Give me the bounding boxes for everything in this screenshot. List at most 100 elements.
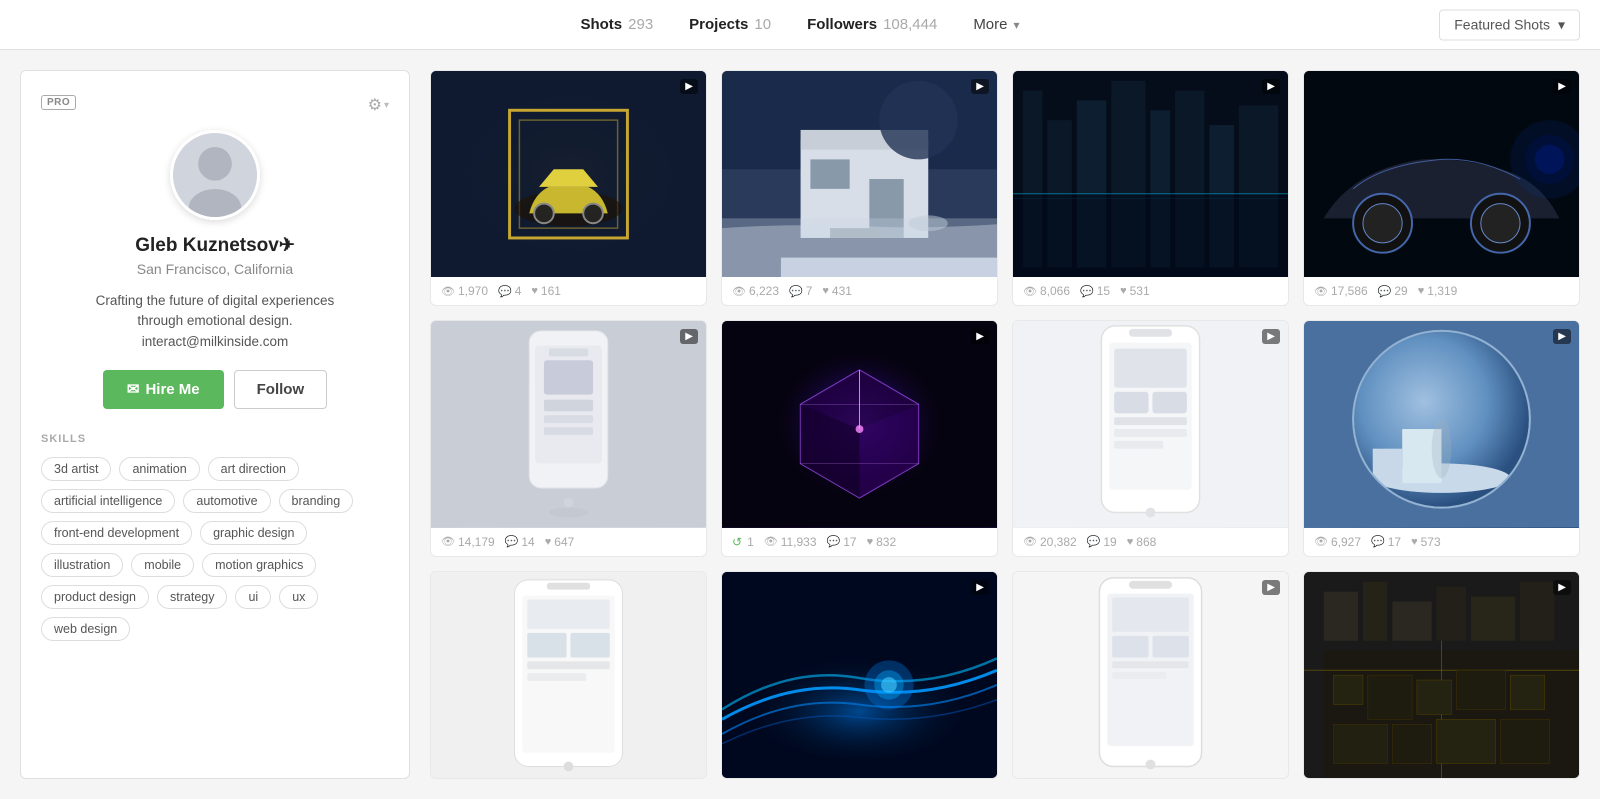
video-badge: ▶ (680, 329, 698, 344)
shot-card[interactable]: ▶👁6,927💬17♥573 (1303, 320, 1580, 556)
skill-tag[interactable]: strategy (157, 585, 227, 609)
settings-icon[interactable]: ⚙ ▾ (368, 95, 389, 115)
views-stat: 👁11,933 (764, 535, 817, 549)
video-badge: ▶ (1553, 79, 1571, 94)
views-stat: 👁1,970 (441, 284, 488, 298)
shot-stats: 👁6,223💬7♥431 (722, 277, 997, 305)
video-badge: ▶ (971, 329, 989, 344)
shot-thumbnail: ▶ (1013, 321, 1288, 527)
shot-card[interactable]: ▶↺1👁11,933💬17♥832 (721, 320, 998, 556)
nav-followers[interactable]: Followers 108,444 (807, 16, 937, 33)
featured-shots-dropdown[interactable]: Featured Shots ▾ (1439, 9, 1580, 40)
sidebar-header: PRO ⚙ ▾ (41, 95, 389, 120)
shot-stats: 👁8,066💬15♥531 (1013, 277, 1288, 305)
comments-stat: 💬14 (505, 535, 535, 549)
shot-card[interactable] (430, 571, 707, 779)
shot-card[interactable]: ▶ (1303, 571, 1580, 779)
heart-icon: ♥ (1411, 536, 1418, 548)
skill-tag[interactable]: ui (235, 585, 271, 609)
video-icon: ▶ (976, 81, 984, 92)
chevron-down-icon: ▾ (1014, 18, 1020, 32)
heart-icon: ♥ (867, 536, 874, 548)
likes-stat: ♥573 (1411, 535, 1441, 549)
action-buttons: ✉ Hire Me Follow (41, 370, 389, 409)
hire-me-button[interactable]: ✉ Hire Me (103, 370, 224, 409)
likes-stat: ♥832 (867, 535, 897, 549)
skill-tag[interactable]: motion graphics (202, 553, 316, 577)
video-icon: ▶ (976, 331, 984, 342)
eye-icon: 👁 (1314, 285, 1328, 298)
video-badge: ▶ (1262, 580, 1280, 595)
eye-icon: 👁 (732, 285, 746, 298)
comments-stat: 💬29 (1378, 284, 1408, 298)
skill-tag[interactable]: animation (119, 457, 199, 481)
user-name: Gleb Kuznetsov✈ (41, 234, 389, 257)
skill-tag[interactable]: product design (41, 585, 149, 609)
likes-stat: ♥868 (1127, 535, 1157, 549)
comments-stat: 💬4 (498, 284, 521, 298)
skill-tag[interactable]: ux (279, 585, 318, 609)
nav-shots[interactable]: Shots 293 (580, 16, 653, 33)
video-badge: ▶ (680, 79, 698, 94)
skill-tag[interactable]: front-end development (41, 521, 192, 545)
comment-icon: 💬 (1080, 285, 1094, 298)
video-icon: ▶ (1267, 81, 1275, 92)
views-stat: 👁20,382 (1023, 535, 1077, 549)
likes-stat: ♥531 (1120, 284, 1150, 298)
skill-tag[interactable]: mobile (131, 553, 194, 577)
comment-icon: 💬 (1378, 285, 1392, 298)
comment-icon: 💬 (1371, 535, 1385, 548)
eye-icon: 👁 (441, 285, 455, 298)
follow-button[interactable]: Follow (234, 370, 328, 409)
skill-tag[interactable]: 3d artist (41, 457, 111, 481)
views-stat: 👁14,179 (441, 535, 495, 549)
skills-title: SKILLS (41, 433, 389, 445)
envelope-icon: ✉ (127, 380, 140, 398)
pro-badge: PRO (41, 95, 76, 110)
skills-tags: 3d artist animation art direction artificia… (41, 457, 389, 641)
shot-thumbnail: ▶ (1304, 572, 1579, 778)
shot-card[interactable]: ▶ 👁6,223💬7♥431 (721, 70, 998, 306)
shot-card[interactable]: ▶👁20,382💬19♥868 (1012, 320, 1289, 556)
views-stat: 👁8,066 (1023, 284, 1070, 298)
video-badge: ▶ (971, 580, 989, 595)
shot-card[interactable]: ▶👁1,970💬4♥161 (430, 70, 707, 306)
shot-card[interactable]: ▶ 👁14,179 💬14 ♥647 (430, 320, 707, 556)
video-badge: ▶ (1262, 79, 1280, 94)
shot-stats: ↺1👁11,933💬17♥832 (722, 528, 997, 556)
skill-tag[interactable]: web design (41, 617, 130, 641)
shot-card[interactable]: ▶ 👁17,586💬29♥1,319 (1303, 70, 1580, 306)
featured-label: Featured Shots (1454, 17, 1550, 33)
video-icon: ▶ (1267, 331, 1275, 342)
dropdown-chevron-icon: ▾ (1558, 16, 1565, 33)
skill-tag[interactable]: graphic design (200, 521, 307, 545)
comment-icon: 💬 (505, 535, 519, 548)
comment-icon: 💬 (827, 535, 841, 548)
reblog-stat: ↺1 (732, 535, 754, 549)
avatar-container (41, 130, 389, 220)
skill-tag[interactable]: automotive (183, 489, 270, 513)
shot-stats: 👁17,586💬29♥1,319 (1304, 277, 1579, 305)
top-nav: Shots 293 Projects 10 Followers 108,444 … (0, 0, 1600, 50)
nav-more[interactable]: More ▾ (973, 16, 1019, 33)
user-location: San Francisco, California (41, 261, 389, 277)
eye-icon: 👁 (1023, 535, 1037, 548)
likes-stat: ♥431 (822, 284, 852, 298)
nav-projects[interactable]: Projects 10 (689, 16, 771, 33)
skill-tag[interactable]: illustration (41, 553, 123, 577)
comment-icon: 💬 (498, 285, 512, 298)
video-badge: ▶ (1553, 580, 1571, 595)
skill-tag[interactable]: branding (279, 489, 354, 513)
skill-tag[interactable]: art direction (208, 457, 299, 481)
nav-items: Shots 293 Projects 10 Followers 108,444 … (580, 16, 1019, 33)
shot-card[interactable]: ▶👁8,066💬15♥531 (1012, 70, 1289, 306)
shot-card[interactable]: ▶ (721, 571, 998, 779)
shot-card[interactable]: ▶ (1012, 571, 1289, 779)
video-icon: ▶ (1558, 81, 1566, 92)
followers-count: 108,444 (883, 16, 937, 33)
likes-stat: ♥647 (545, 535, 575, 549)
skill-tag[interactable]: artificial intelligence (41, 489, 175, 513)
shot-thumbnail: ▶ (1013, 572, 1288, 778)
comment-icon: 💬 (789, 285, 803, 298)
shot-thumbnail: ▶ (722, 321, 997, 527)
